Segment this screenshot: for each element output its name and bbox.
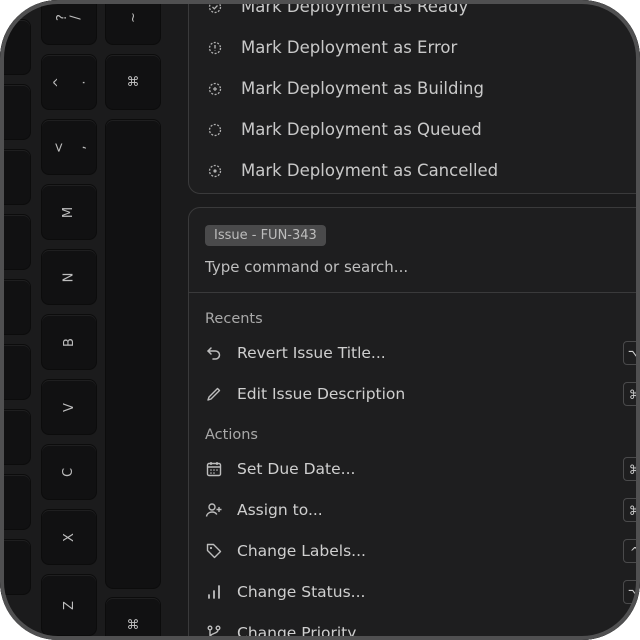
menu-item-error[interactable]: Mark Deployment as Error [207, 38, 457, 57]
deployment-menu: Mark Deployment as Ready Mark Deployment… [188, 0, 640, 194]
shortcut: ^ E [623, 539, 640, 563]
bar-chart-icon [205, 583, 223, 601]
keyboard-key-b[interactable]: B [42, 315, 96, 369]
keyboard-key-n[interactable]: N [42, 250, 96, 304]
shortcut-key: ⌥ [623, 341, 640, 365]
command-item-label: Set Due Date... [237, 460, 356, 478]
command-item-set-due-date[interactable]: Set Due Date... ⌘ D [205, 455, 640, 483]
menu-item-label: Mark Deployment as Building [241, 79, 484, 98]
menu-item-building[interactable]: Mark Deployment as Building [207, 79, 484, 98]
command-item-edit-description[interactable]: Edit Issue Description ⌘ E [205, 380, 640, 408]
key-label: . [73, 79, 89, 85]
menu-item-label: Mark Deployment as Queued [241, 120, 482, 139]
status-queued-icon [207, 122, 223, 138]
keyboard-key[interactable] [0, 85, 30, 139]
keyboard-key-space[interactable] [106, 120, 160, 588]
pencil-icon [205, 385, 223, 403]
command-palette: Issue - FUN-343 Recents Revert Issue Tit… [188, 207, 640, 640]
menu-item-ready[interactable]: Mark Deployment as Ready [207, 0, 468, 16]
keyboard-key-caret[interactable]: ^ . [42, 55, 96, 109]
shortcut: ⌘ M [623, 498, 640, 522]
shortcut: ⌘ E [623, 382, 640, 406]
key-label: B [61, 337, 77, 347]
keyboard-key[interactable] [0, 280, 30, 334]
command-item-label: Change Status... [237, 583, 366, 601]
device-frame: ? / ^ . < , M N B V C X Z ~ ⌘ ⌘ Mark Dep… [0, 0, 640, 640]
keyboard-key-z[interactable]: Z [42, 575, 96, 635]
keyboard-key[interactable] [0, 215, 30, 269]
calendar-icon [205, 460, 223, 478]
command-search-input[interactable] [205, 256, 640, 278]
key-label: , [73, 144, 89, 150]
keyboard: ? / ^ . < , M N B V C X Z ~ ⌘ ⌘ [0, 0, 180, 640]
command-item-change-status[interactable]: Change Status... ⌥ E [205, 578, 640, 606]
keyboard-key-tilde[interactable]: ~ [106, 0, 160, 44]
keyboard-key-c[interactable]: C [42, 445, 96, 499]
command-item-assign-to[interactable]: Assign to... ⌘ M [205, 496, 640, 524]
keyboard-key[interactable] [0, 20, 30, 74]
command-item-label: Assign to... [237, 501, 323, 519]
context-badge: Issue - FUN-343 [205, 225, 326, 246]
shortcut: ⌘ D [623, 457, 640, 481]
key-label: ⌘ [126, 617, 140, 633]
keyboard-key[interactable] [0, 410, 30, 464]
key-label: < [52, 141, 68, 153]
key-label: ^ [52, 76, 68, 88]
key-label: Z [61, 600, 77, 610]
key-label: V [61, 402, 77, 412]
undo-icon [205, 344, 223, 362]
key-label: M [61, 206, 77, 218]
tag-icon [205, 542, 223, 560]
key-label: / [68, 14, 84, 20]
branch-icon [205, 624, 223, 640]
shortcut-key: ⌘ [623, 498, 640, 522]
recents-heading: Recents [205, 311, 263, 327]
command-item-revert-title[interactable]: Revert Issue Title... ⌥ R [205, 339, 640, 367]
keyboard-key-v[interactable]: V [42, 380, 96, 434]
menu-item-queued[interactable]: Mark Deployment as Queued [207, 120, 482, 139]
status-cancelled-icon [207, 163, 223, 179]
add-user-icon [205, 501, 223, 519]
key-label: ⌘ [126, 74, 140, 90]
status-ready-icon [207, 0, 223, 15]
command-item-label: Change Priority... [237, 624, 370, 640]
command-item-change-labels[interactable]: Change Labels... ^ E [205, 537, 640, 565]
key-label: N [61, 272, 77, 282]
status-building-icon [207, 81, 223, 97]
keyboard-key[interactable] [0, 150, 30, 204]
actions-heading: Actions [205, 427, 258, 443]
key-label: C [61, 467, 77, 477]
command-item-label: Change Labels... [237, 542, 366, 560]
keyboard-key-command[interactable]: ⌘ [106, 55, 160, 109]
keyboard-key-m[interactable]: M [42, 185, 96, 239]
shortcut: ⌥ E [623, 621, 640, 640]
shortcut-key: ⌥ [623, 580, 640, 604]
keyboard-key-question[interactable]: ? / [42, 0, 96, 44]
keyboard-key[interactable] [0, 540, 30, 594]
shortcut-key: ⌥ [623, 621, 640, 640]
shortcut-key: ⌘ [623, 457, 640, 481]
menu-item-label: Mark Deployment as Ready [241, 0, 469, 16]
keyboard-key-x[interactable]: X [42, 510, 96, 564]
menu-item-cancelled[interactable]: Mark Deployment as Cancelled [207, 161, 498, 180]
divider [189, 292, 640, 293]
shortcut-key: ⌘ [623, 382, 640, 406]
keyboard-key-less-than[interactable]: < , [42, 120, 96, 174]
shortcut: ⌥ E [623, 580, 640, 604]
keyboard-key[interactable] [0, 475, 30, 529]
status-error-icon [207, 40, 223, 56]
shortcut: ⌥ R [623, 341, 640, 365]
shortcut-key: ^ [623, 539, 640, 563]
key-label: X [61, 532, 77, 542]
keyboard-key-command[interactable]: ⌘ [106, 598, 160, 640]
command-item-label: Edit Issue Description [237, 385, 406, 403]
menu-item-label: Mark Deployment as Cancelled [241, 161, 499, 180]
command-item-change-priority[interactable]: Change Priority... ⌥ E [205, 619, 640, 640]
key-label: ~ [125, 11, 141, 23]
menu-item-label: Mark Deployment as Error [241, 38, 458, 57]
command-item-label: Revert Issue Title... [237, 344, 386, 362]
keyboard-key[interactable] [0, 345, 30, 399]
